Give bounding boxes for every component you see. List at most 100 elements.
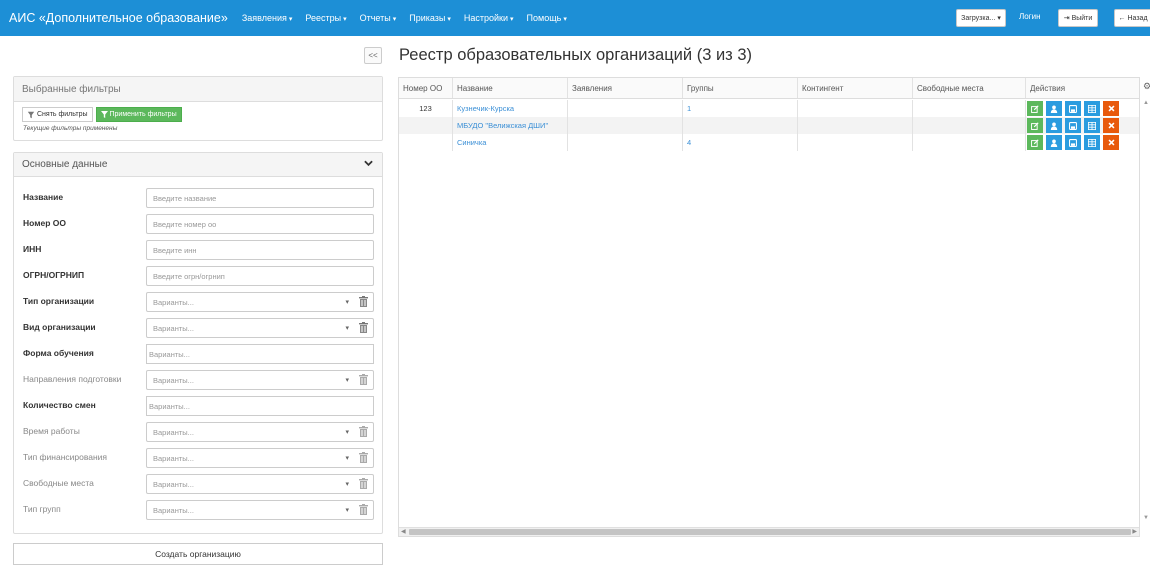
grid-button[interactable] <box>1084 101 1100 116</box>
cell-name-link[interactable]: Синичка <box>453 134 568 151</box>
menu-settings[interactable]: Настройки ▾ <box>464 13 514 23</box>
column-header-number[interactable]: Номер ОО <box>399 78 453 98</box>
clear-filters-button[interactable]: Снять фильтры <box>22 107 93 122</box>
app-title[interactable]: АИС «Дополнительное образование» <box>0 11 228 25</box>
save-button[interactable] <box>1065 101 1081 116</box>
trash-icon[interactable] <box>359 478 368 489</box>
delete-button[interactable] <box>1103 118 1119 133</box>
trash-icon[interactable] <box>359 504 368 515</box>
selected-filters-panel: Выбранные фильтры Снять фильтры Применит… <box>13 76 383 141</box>
table-icon <box>1088 104 1096 113</box>
caret-down-icon: ▾ <box>447 16 451 23</box>
grid-button[interactable] <box>1084 118 1100 133</box>
scrollbar-thumb[interactable] <box>409 529 1131 535</box>
floppy-icon <box>1069 121 1077 130</box>
scroll-up-icon[interactable]: ▲ <box>1143 100 1149 106</box>
trash-icon[interactable] <box>359 426 368 437</box>
field-label: Форма обучения <box>23 348 94 358</box>
organizations-table: Номер ОО Название Заявления Группы Конти… <box>398 77 1140 537</box>
cell-groups-link[interactable] <box>683 117 798 134</box>
column-header-free-places[interactable]: Свободные места <box>913 78 1026 98</box>
edit-button[interactable] <box>1027 118 1043 133</box>
grid-button[interactable] <box>1084 135 1100 150</box>
table-icon <box>1088 121 1096 130</box>
logout-button[interactable]: ⇥ Выйти <box>1058 9 1098 27</box>
back-button[interactable]: ← Назад <box>1114 9 1150 27</box>
menu-orders[interactable]: Приказы ▾ <box>409 13 451 23</box>
menu-reports[interactable]: Отчеты ▾ <box>360 13 397 23</box>
scroll-down-icon[interactable]: ▼ <box>1143 515 1149 521</box>
field-label: ИНН <box>23 244 42 254</box>
free-places-select[interactable]: Варианты... ▾ <box>146 474 374 494</box>
cell-applications <box>568 134 683 151</box>
group-type-select[interactable]: Варианты... ▾ <box>146 500 374 520</box>
menu-applications[interactable]: Заявления ▾ <box>242 13 293 23</box>
edit-button[interactable] <box>1027 135 1043 150</box>
menu-registries[interactable]: Реестры ▾ <box>305 13 346 23</box>
row-actions <box>1027 118 1119 133</box>
apply-filters-button[interactable]: Применить фильтры <box>95 107 182 122</box>
users-button[interactable] <box>1046 101 1062 116</box>
save-button[interactable] <box>1065 118 1081 133</box>
edit-icon <box>1031 104 1039 113</box>
menu-reports-label: Отчеты <box>359 13 391 23</box>
inn-input[interactable]: Введите инн <box>146 240 374 260</box>
menu-help[interactable]: Помощь ▾ <box>527 13 567 23</box>
logout-label: Выйти <box>1071 14 1093 22</box>
trash-icon[interactable] <box>359 374 368 385</box>
shifts-input[interactable]: Варианты... <box>146 396 374 416</box>
arrow-left-icon[interactable]: ◀ <box>401 528 406 535</box>
load-dropdown-label: Загрузка... <box>961 14 996 22</box>
edit-button[interactable] <box>1027 101 1043 116</box>
cell-name-link[interactable]: Кузнечик-Курска <box>453 100 568 117</box>
caret-down-icon: ▾ <box>345 455 349 462</box>
delete-button[interactable] <box>1103 101 1119 116</box>
caret-down-icon: ▾ <box>345 507 349 514</box>
field-free-places: Свободные места Варианты... ▾ <box>23 474 375 496</box>
gear-icon[interactable]: ⚙ <box>1143 81 1150 92</box>
cell-groups-link[interactable]: 1 <box>683 100 798 117</box>
column-header-name[interactable]: Название <box>453 78 568 98</box>
floppy-icon <box>1069 104 1077 113</box>
cell-applications <box>568 100 683 117</box>
users-button[interactable] <box>1046 135 1062 150</box>
load-dropdown[interactable]: Загрузка... ▾ <box>956 9 1006 27</box>
oo-number-input[interactable]: Введите номер оо <box>146 214 374 234</box>
ogrn-input[interactable]: Введите огрн/огрнип <box>146 266 374 286</box>
delete-button[interactable] <box>1103 135 1119 150</box>
arrow-right-icon[interactable]: ▶ <box>1132 528 1137 535</box>
column-header-groups[interactable]: Группы <box>683 78 798 98</box>
name-input[interactable]: Введите название <box>146 188 374 208</box>
financing-select[interactable]: Варианты... ▾ <box>146 448 374 468</box>
field-directions: Направления подготовки Варианты... ▾ <box>23 370 375 392</box>
select-placeholder: Варианты... <box>153 375 194 385</box>
collapse-sidebar-button[interactable]: << <box>364 47 382 64</box>
main-data-header[interactable]: Основные данные <box>14 153 382 177</box>
column-header-contingent[interactable]: Контингент <box>798 78 913 98</box>
field-label: Направления подготовки <box>23 374 122 384</box>
trash-icon[interactable] <box>359 296 368 307</box>
caret-down-icon: ▾ <box>288 16 293 23</box>
save-button[interactable] <box>1065 135 1081 150</box>
close-icon <box>1108 105 1114 112</box>
org-kind-select[interactable]: Варианты... ▾ <box>146 318 374 338</box>
users-button[interactable] <box>1046 118 1062 133</box>
select-placeholder: Варианты... <box>153 505 194 515</box>
column-header-applications[interactable]: Заявления <box>568 78 683 98</box>
horizontal-scrollbar[interactable]: ◀ ▶ <box>399 527 1139 536</box>
login-link[interactable]: Логин <box>1019 12 1041 21</box>
cell-name-link[interactable]: МБУДО "Велижская ДШИ" <box>453 117 568 134</box>
back-label: Назад <box>1127 14 1148 22</box>
org-type-select[interactable]: Варианты... ▾ <box>146 292 374 312</box>
chevron-down-icon[interactable] <box>364 159 373 170</box>
caret-down-icon: ▾ <box>343 16 347 23</box>
caret-down-icon: ▾ <box>563 16 567 23</box>
cell-groups-link[interactable]: 4 <box>683 134 798 151</box>
study-form-input[interactable]: Варианты... <box>146 344 374 364</box>
trash-icon[interactable] <box>359 452 368 463</box>
create-organization-button[interactable]: Создать организацию <box>13 543 383 565</box>
page-title: Реестр образовательных организаций (3 из… <box>399 46 752 64</box>
directions-select[interactable]: Варианты... ▾ <box>146 370 374 390</box>
work-time-select[interactable]: Варианты... ▾ <box>146 422 374 442</box>
trash-icon[interactable] <box>359 322 368 333</box>
